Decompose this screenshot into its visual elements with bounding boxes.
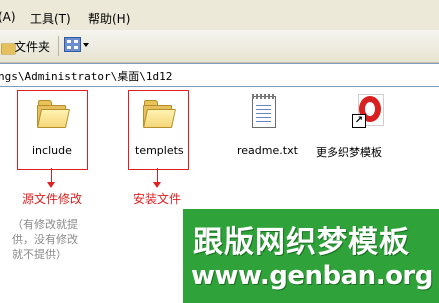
watermark-url: www.genban.org bbox=[191, 261, 433, 291]
annotation-install-label: 安装文件 bbox=[133, 192, 182, 206]
annotation-source-label: 源文件修改 bbox=[22, 192, 83, 206]
menu-item-partial-label: (A) bbox=[0, 10, 16, 24]
toolbar: 文件夹 bbox=[0, 30, 439, 63]
menu-item-partial[interactable]: (A) bbox=[0, 10, 16, 24]
views-button[interactable] bbox=[64, 37, 89, 52]
file-name: readme.txt bbox=[237, 144, 298, 157]
watermark-title: 跟版网织梦模板 bbox=[193, 225, 410, 260]
folders-icon bbox=[0, 40, 16, 54]
shortcut-arrow-icon: ↗ bbox=[352, 114, 366, 128]
folders-button[interactable]: 文件夹 bbox=[0, 38, 50, 55]
views-icon bbox=[64, 37, 81, 52]
highlight-box-include bbox=[17, 90, 88, 170]
watermark-banner: 跟版网织梦模板 www.genban.org bbox=[181, 207, 439, 303]
note-line: 就不提供） bbox=[12, 248, 67, 261]
toolbar-separator bbox=[58, 36, 59, 56]
annotation-arrow-icon bbox=[47, 182, 55, 188]
file-name: 更多织梦模板 bbox=[316, 146, 382, 159]
note-line: （有修改就提 bbox=[12, 218, 78, 231]
file-item-shortcut[interactable]: ↗ 更多织梦模板 bbox=[313, 92, 423, 164]
menu-item-help[interactable]: 帮助(H) bbox=[88, 10, 130, 27]
file-item-readme[interactable]: readme.txt bbox=[230, 92, 310, 164]
highlight-box-templets bbox=[128, 90, 189, 170]
menu-item-tools[interactable]: 工具(T) bbox=[30, 10, 71, 27]
annotation-note: （有修改就提 供，没有修改 就不提供） bbox=[12, 217, 78, 262]
note-line: 供，没有修改 bbox=[12, 233, 78, 246]
menu-bar: (A) 工具(T) 帮助(H) bbox=[0, 0, 439, 31]
chevron-down-icon bbox=[83, 42, 89, 47]
address-path: ngs\Administrator\桌面\1d12 bbox=[0, 70, 173, 83]
annotation-arrow-icon bbox=[153, 182, 161, 188]
address-bar[interactable]: ngs\Administrator\桌面\1d12 bbox=[0, 63, 439, 87]
opera-shortcut-icon: ↗ bbox=[352, 94, 384, 128]
notepad-icon bbox=[252, 94, 276, 128]
folders-button-label: 文件夹 bbox=[14, 40, 51, 54]
